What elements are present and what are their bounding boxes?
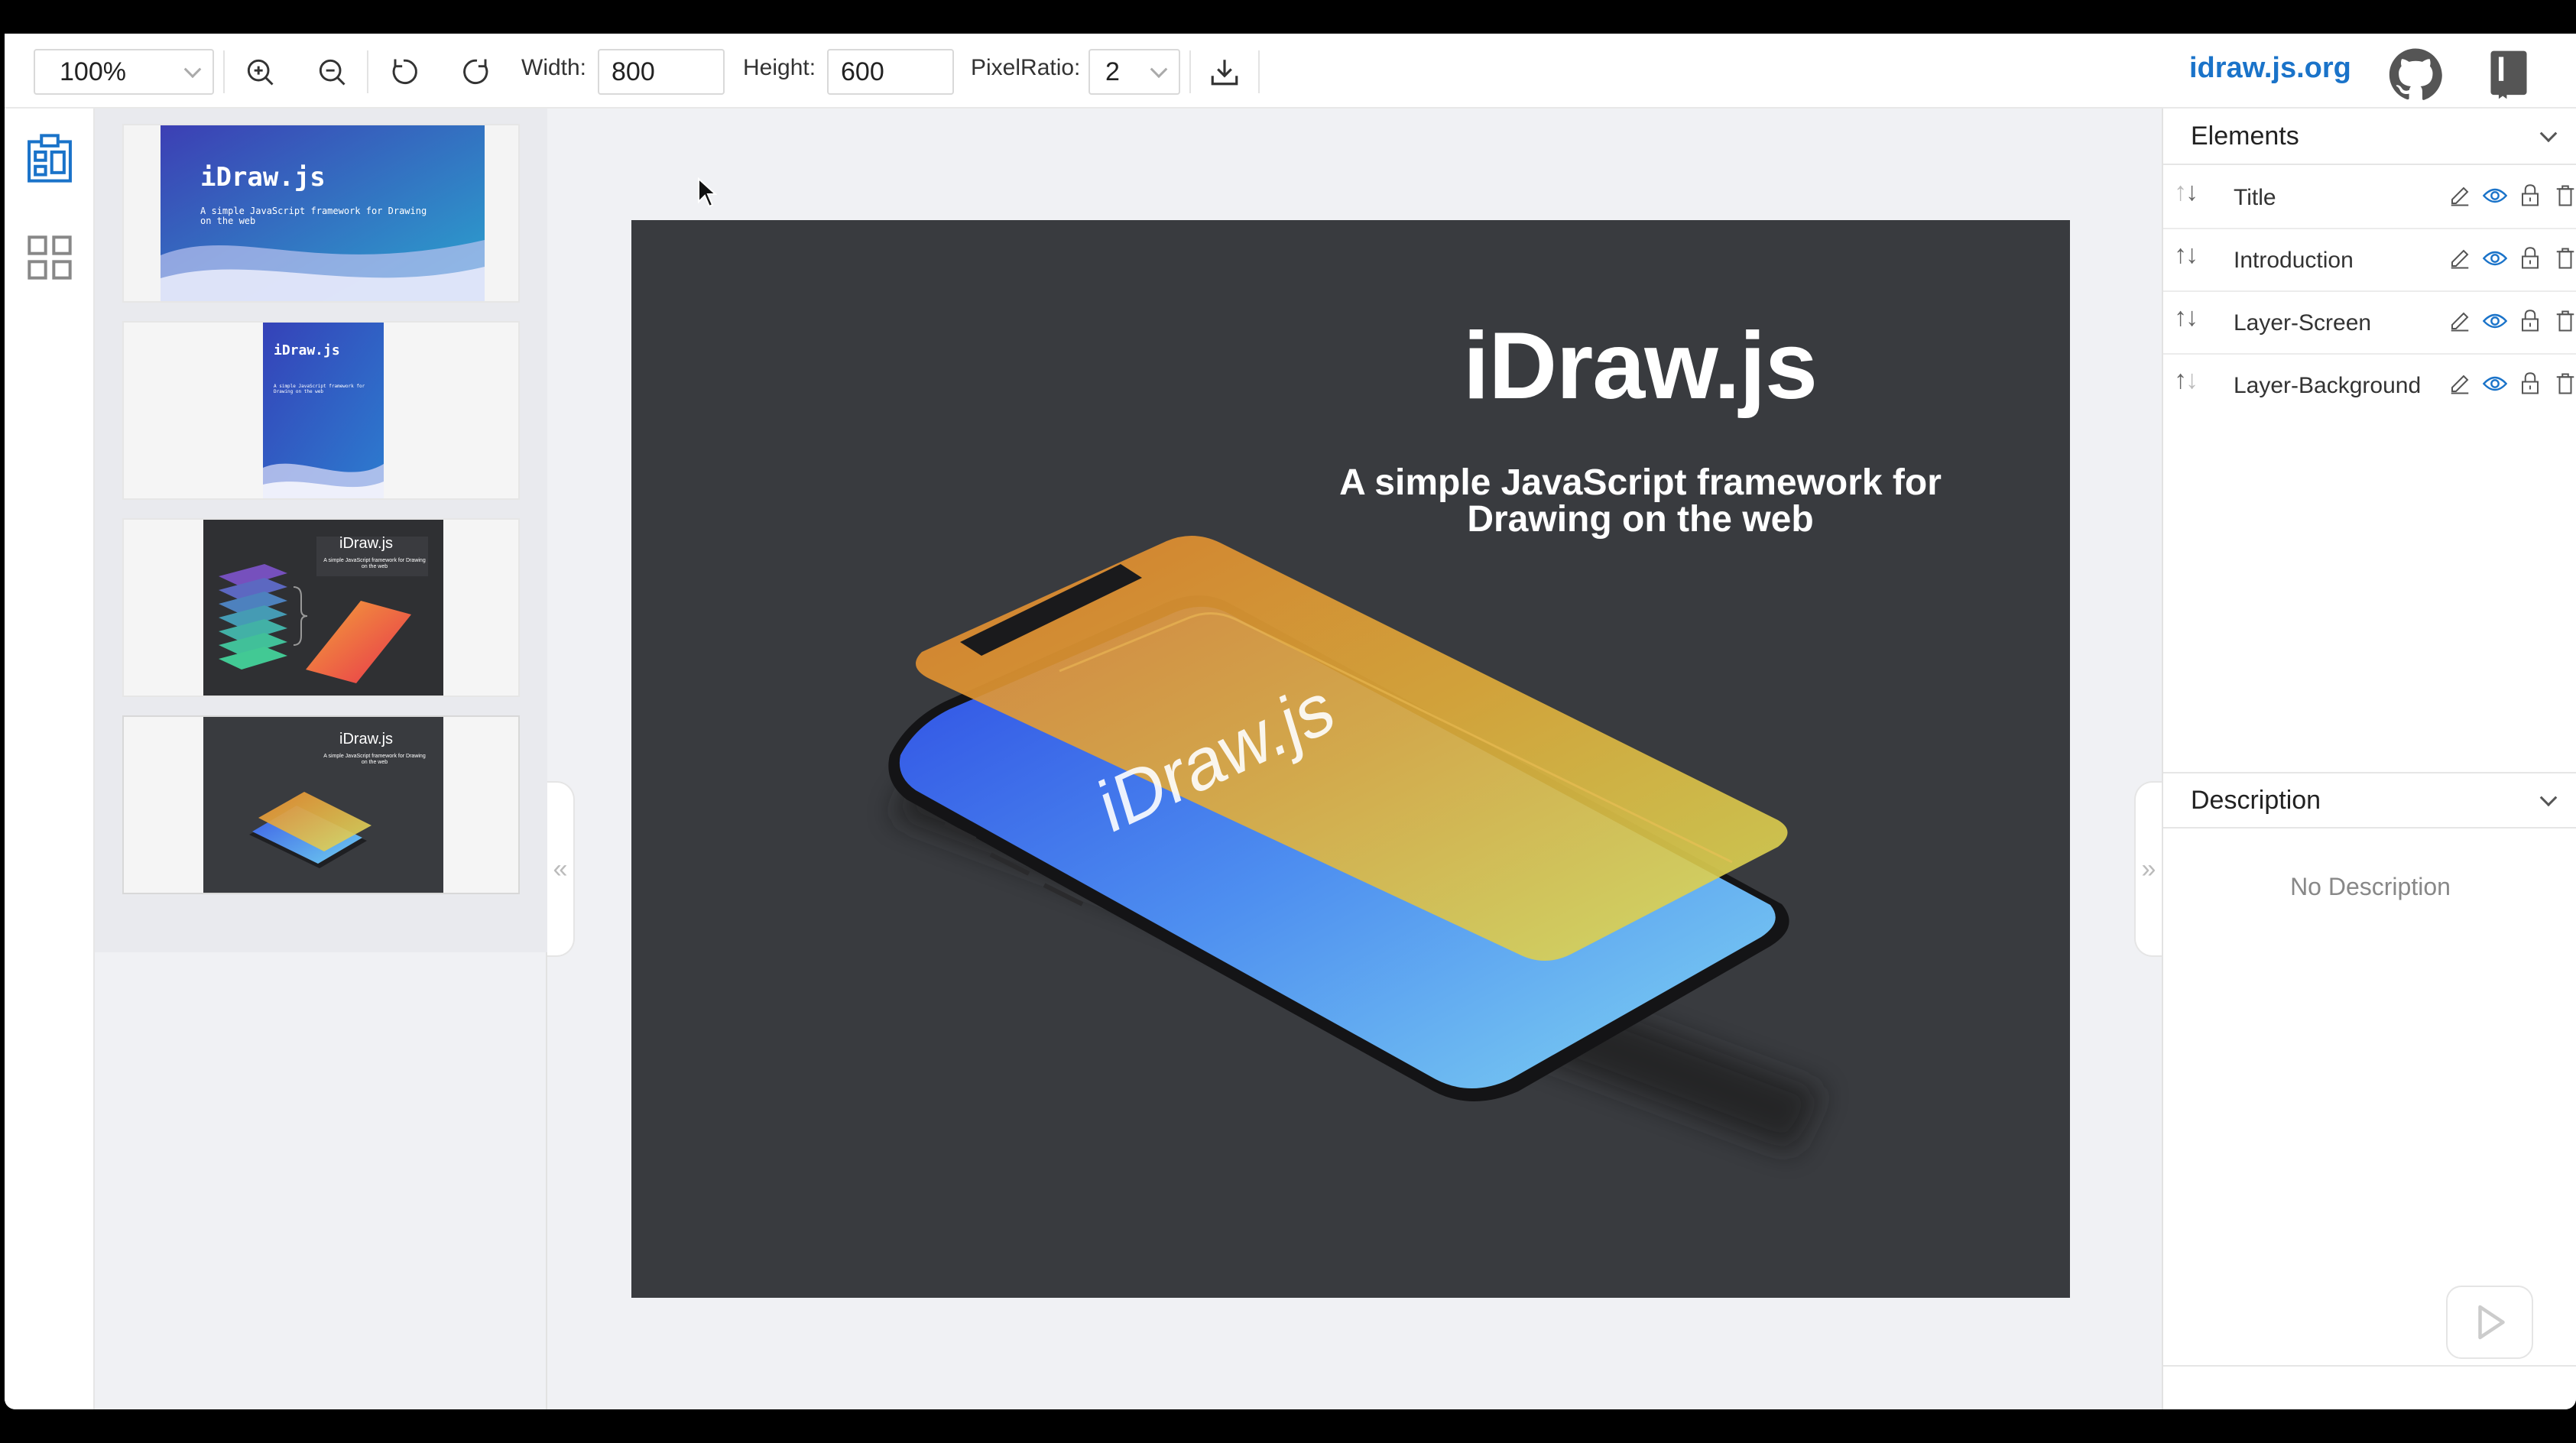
right-panel: Elements ↑↓ Title ↑↓ Introduction ↑↓ Lay… — [2162, 109, 2576, 1409]
delete-icon[interactable] — [2552, 180, 2576, 211]
divider — [367, 50, 368, 93]
zoom-value: 100% — [60, 57, 126, 86]
height-label: Height: — [743, 55, 816, 80]
slide-title: iDraw.js — [339, 535, 394, 552]
slide-title: iDraw.js — [339, 731, 394, 747]
height-value: 600 — [841, 57, 884, 86]
reorder-arrows-icon[interactable]: ↑↓ — [2174, 303, 2198, 332]
chevron-down-icon — [1150, 60, 1168, 79]
collapse-right-button[interactable]: » — [2134, 781, 2162, 957]
book-icon[interactable] — [2481, 47, 2536, 102]
canvas-area: « » iDraw.js A simple JavaScript framewo… — [547, 109, 2162, 1409]
description-panel-header[interactable]: Description — [2163, 772, 2576, 829]
slide-subtitle: A simple JavaScript framework for Drawin… — [200, 206, 427, 226]
slide-subtitle: A simple JavaScript framework for Drawin… — [323, 558, 426, 569]
pixelratio-value: 2 — [1105, 57, 1120, 86]
art-title: iDraw.js — [1463, 313, 1818, 419]
art-subtitle: A simple JavaScript framework for Drawin… — [1289, 465, 1992, 538]
phone-illustration — [888, 535, 1824, 1153]
slide-subtitle: A simple JavaScript framework for Drawin… — [323, 754, 426, 765]
lock-icon[interactable] — [2516, 243, 2544, 274]
redo-icon[interactable] — [456, 50, 498, 93]
art-subtitle-line1: A simple JavaScript framework for — [1339, 462, 1942, 503]
slide-thumb-2[interactable]: iDraw.js A simple JavaScript framework f… — [122, 321, 520, 500]
edit-icon[interactable] — [2446, 306, 2474, 336]
slide-title: iDraw.js — [200, 162, 326, 193]
left-rail — [5, 109, 95, 1409]
chevron-down-icon — [2539, 125, 2558, 143]
edit-icon[interactable] — [2446, 368, 2474, 399]
eye-icon[interactable] — [2481, 306, 2509, 336]
mouse-cursor-icon — [698, 177, 717, 208]
reorder-arrows-icon[interactable]: ↑↓ — [2174, 240, 2198, 270]
chevron-down-icon — [183, 60, 202, 79]
divider — [2163, 1365, 2576, 1367]
element-row[interactable]: ↑↓ Layer-Background — [2163, 355, 2576, 417]
reorder-arrows-icon[interactable]: ↑↓ — [2174, 177, 2198, 207]
lock-icon[interactable] — [2516, 306, 2544, 336]
github-icon[interactable] — [2388, 47, 2443, 102]
collapse-left-button[interactable]: « — [547, 781, 575, 957]
zoom-in-icon[interactable] — [238, 50, 281, 93]
artboard[interactable]: iDraw.js A simple JavaScript framework f… — [631, 220, 2070, 1298]
slides-panel: iDraw.js A simple JavaScript framework f… — [95, 109, 547, 1409]
element-name: Introduction — [2234, 248, 2354, 273]
elements-panel-title: Elements — [2191, 121, 2299, 151]
zoom-out-icon[interactable] — [310, 50, 353, 93]
element-name: Layer-Screen — [2234, 310, 2372, 336]
slide-thumb-3[interactable]: iDraw.js A simple JavaScript framework f… — [122, 518, 520, 697]
slide-thumb-4[interactable]: iDraw.js A simple JavaScript framework f… — [122, 715, 520, 894]
divider — [1189, 50, 1191, 93]
divider — [1258, 50, 1260, 93]
download-icon[interactable] — [1203, 50, 1246, 93]
grid-icon[interactable] — [5, 208, 95, 307]
play-button[interactable] — [2446, 1286, 2533, 1359]
delete-icon[interactable] — [2552, 243, 2576, 274]
lock-icon[interactable] — [2516, 368, 2544, 399]
eye-icon[interactable] — [2481, 180, 2509, 211]
slide-title: iDraw.js — [274, 342, 340, 358]
lock-icon[interactable] — [2516, 180, 2544, 211]
toolbar: 100% Width: 800 Height: 600 PixelRatio: … — [5, 34, 2576, 109]
divider — [223, 50, 225, 93]
element-name: Layer-Background — [2234, 373, 2422, 398]
description-panel-title: Description — [2191, 785, 2321, 815]
pixelratio-select[interactable]: 2 — [1088, 49, 1180, 95]
description-empty-text: No Description — [2290, 873, 2451, 900]
art-subtitle-line2: Drawing on the web — [1467, 499, 1814, 540]
element-name: Title — [2234, 185, 2276, 210]
width-value: 800 — [612, 57, 655, 86]
layout-icon[interactable] — [5, 109, 95, 208]
element-row[interactable]: ↑↓ Title — [2163, 167, 2576, 229]
edit-icon[interactable] — [2446, 243, 2474, 274]
elements-panel-header[interactable]: Elements — [2163, 109, 2576, 165]
delete-icon[interactable] — [2552, 306, 2576, 336]
element-row[interactable]: ↑↓ Layer-Screen — [2163, 292, 2576, 355]
element-row[interactable]: ↑↓ Introduction — [2163, 229, 2576, 292]
edit-icon[interactable] — [2446, 180, 2474, 211]
app-window: 100% Width: 800 Height: 600 PixelRatio: … — [5, 34, 2576, 1409]
undo-icon[interactable] — [382, 50, 425, 93]
site-link[interactable]: idraw.js.org — [2189, 52, 2351, 85]
reorder-arrows-icon[interactable]: ↑↓ — [2174, 365, 2198, 395]
zoom-select[interactable]: 100% — [34, 49, 214, 95]
slide-thumb-1[interactable]: iDraw.js A simple JavaScript framework f… — [122, 124, 520, 303]
width-label: Width: — [521, 55, 587, 80]
chevron-down-icon — [2539, 789, 2558, 807]
play-icon — [2478, 1305, 2505, 1340]
delete-icon[interactable] — [2552, 368, 2576, 399]
height-input[interactable]: 600 — [827, 49, 954, 95]
slide-subtitle: A simple JavaScript framework for Drawin… — [274, 384, 365, 394]
eye-icon[interactable] — [2481, 243, 2509, 274]
width-input[interactable]: 800 — [598, 49, 725, 95]
eye-icon[interactable] — [2481, 368, 2509, 399]
pixelratio-label: PixelRatio: — [971, 55, 1081, 80]
